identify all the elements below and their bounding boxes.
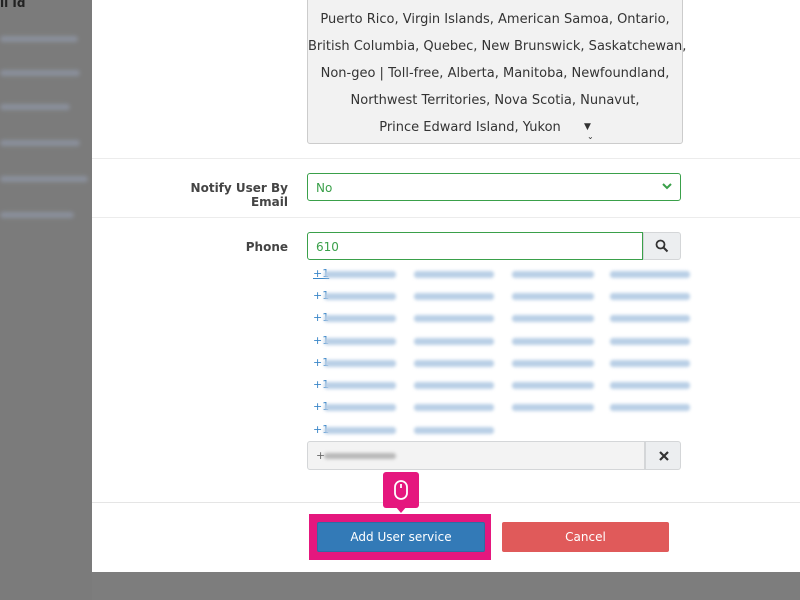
phone-number-link[interactable] (324, 315, 396, 322)
phone-number-link[interactable] (324, 293, 396, 300)
blurred-row (0, 176, 88, 182)
blurred-row (0, 140, 80, 146)
blurred-row (0, 36, 78, 42)
phone-number-link[interactable] (512, 404, 594, 411)
phone-number-link[interactable] (512, 382, 594, 389)
phone-number-link[interactable] (610, 338, 690, 345)
phone-number-link[interactable] (414, 338, 494, 345)
phone-number-link[interactable] (610, 271, 690, 278)
cancel-button[interactable]: Cancel (502, 522, 669, 552)
phone-search-input[interactable]: 610 (307, 232, 643, 260)
phone-number-link[interactable] (414, 404, 494, 411)
phone-number-link[interactable] (512, 271, 594, 278)
states-line: British Columbia, Quebec, New Brunswick,… (308, 39, 687, 54)
phone-label: Phone (245, 240, 288, 254)
background-table: il Id (0, 0, 92, 600)
phone-number-link[interactable] (324, 338, 396, 345)
phone-search-value: 610 (316, 240, 339, 254)
add-user-service-button[interactable]: Add User service (317, 522, 485, 552)
phone-number-link[interactable] (414, 315, 494, 322)
chevron-down-icon (662, 183, 672, 190)
phone-number-link[interactable] (610, 382, 690, 389)
states-line: Non-geo | Toll-free, Alberta, Manitoba, … (320, 66, 670, 81)
footer-divider (92, 502, 800, 503)
blurred-row (0, 212, 74, 218)
close-icon (659, 451, 669, 461)
notify-select-value: No (316, 181, 333, 195)
phone-number-link[interactable] (414, 360, 494, 367)
selected-phone-value (324, 453, 396, 459)
states-line: Prince Edward Island, Yukon (379, 120, 561, 135)
chevron-down-icon: ⌄ (587, 132, 594, 141)
states-line: Northwest Territories, Nova Scotia, Nuna… (350, 93, 640, 108)
phone-number-link[interactable] (512, 293, 594, 300)
states-multiselect[interactable]: Puerto Rico, Virgin Islands, American Sa… (307, 0, 687, 144)
click-indicator (383, 472, 419, 508)
phone-number-link[interactable] (324, 404, 396, 411)
selected-phone-row: + (307, 441, 681, 470)
phone-number-link[interactable] (610, 404, 690, 411)
phone-number-link[interactable] (324, 360, 396, 367)
divider (92, 158, 800, 159)
clear-phone-button[interactable] (645, 441, 681, 470)
divider (92, 217, 800, 218)
notify-select[interactable]: No (307, 173, 681, 201)
phone-number-link[interactable] (414, 293, 494, 300)
blurred-row (0, 104, 70, 110)
phone-number-link[interactable] (414, 271, 494, 278)
phone-number-link[interactable] (512, 338, 594, 345)
blurred-row (0, 70, 80, 76)
phone-number-link[interactable] (324, 427, 396, 434)
search-icon (655, 239, 669, 253)
caret-down-icon[interactable]: ▼ (584, 122, 591, 132)
phone-number-link[interactable] (414, 382, 494, 389)
add-user-service-modal: Puerto Rico, Virgin Islands, American Sa… (92, 0, 800, 572)
click-indicator-pointer (395, 506, 407, 513)
phone-number-link[interactable] (610, 293, 690, 300)
phone-number-link[interactable] (414, 427, 494, 434)
phone-number-link[interactable] (324, 382, 396, 389)
phone-number-link[interactable] (324, 271, 396, 278)
states-line: Puerto Rico, Virgin Islands, American Sa… (320, 12, 670, 27)
phone-number-link[interactable] (610, 315, 690, 322)
phone-search-button[interactable] (643, 232, 681, 260)
phone-number-link[interactable] (512, 315, 594, 322)
mouse-icon (394, 480, 408, 500)
phone-number-link[interactable] (512, 360, 594, 367)
selected-phone-field: + (307, 441, 645, 470)
notify-label: Notify User By Email (190, 181, 288, 209)
column-header: il Id (0, 0, 26, 10)
phone-number-link[interactable] (610, 360, 690, 367)
